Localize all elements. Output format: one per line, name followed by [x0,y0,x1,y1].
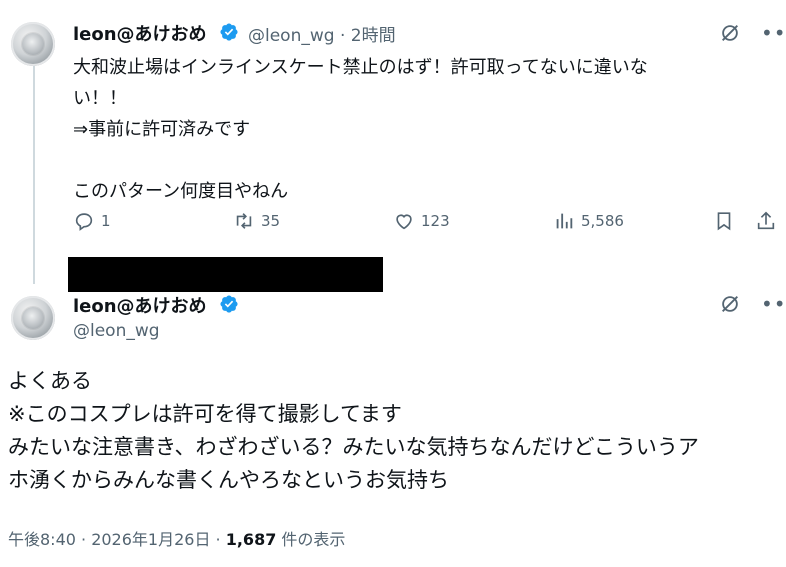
bookmark-icon [717,212,731,231]
share-button[interactable] [755,210,777,232]
author-name[interactable]: leon@あけおめ [73,292,207,318]
like-count: 123 [421,212,450,230]
like-button[interactable]: 123 [393,210,450,232]
view-count: 1,687 [225,530,277,549]
thread-line [33,66,35,284]
more-icon[interactable]: ••• [761,23,786,43]
handle[interactable]: @leon_wg [73,321,160,341]
tweet-menu: ••• [719,22,786,44]
retweet-count: 35 [261,212,281,230]
verified-badge-icon [220,295,238,313]
post-time[interactable]: · 2時間 [340,26,396,46]
reply-button[interactable]: 1 [73,210,111,232]
tweet-meta: 午後8:40 · 2026年1月26日 · 1,687 件の表示 [8,526,345,550]
reply-text: 大和波止場はインラインスケート禁止のはず！許可取ってないに違いな い！！ ⇒事前… [73,57,648,202]
retweet-button[interactable]: 35 [233,210,280,232]
share-icon [757,211,775,230]
verified-badge-icon [220,23,238,41]
author-name[interactable]: leon@あけおめ [73,20,207,46]
avatar[interactable] [11,22,55,66]
main-tweet-text: よくある ※このコスプレは許可を得て撮影してます みたいな注意書き、わざわざいる… [8,369,699,492]
timestamp[interactable]: 午後8:40 · 2026年1月26日 · [8,530,226,549]
views-icon [556,213,573,229]
like-icon [396,214,412,230]
grok-icon[interactable] [719,22,741,44]
handle[interactable]: @leon_wg [248,26,335,46]
bookmark-button[interactable] [713,210,735,232]
grok-icon[interactable] [719,293,741,315]
view-suffix: 件の表示 [276,530,346,549]
reply-icon [75,213,93,231]
more-icon[interactable]: ••• [761,294,786,314]
redaction-bar [68,257,383,292]
action-bar: 1 35 123 5,586 [73,210,779,238]
retweet-icon [236,213,252,229]
reply-count: 1 [101,212,111,230]
views-count: 5,586 [581,212,624,230]
avatar[interactable] [11,296,55,340]
tweet-menu: ••• [719,293,786,315]
views-button[interactable]: 5,586 [553,210,624,232]
handle-and-time[interactable]: @leon_wg · 2時間 [248,21,396,46]
